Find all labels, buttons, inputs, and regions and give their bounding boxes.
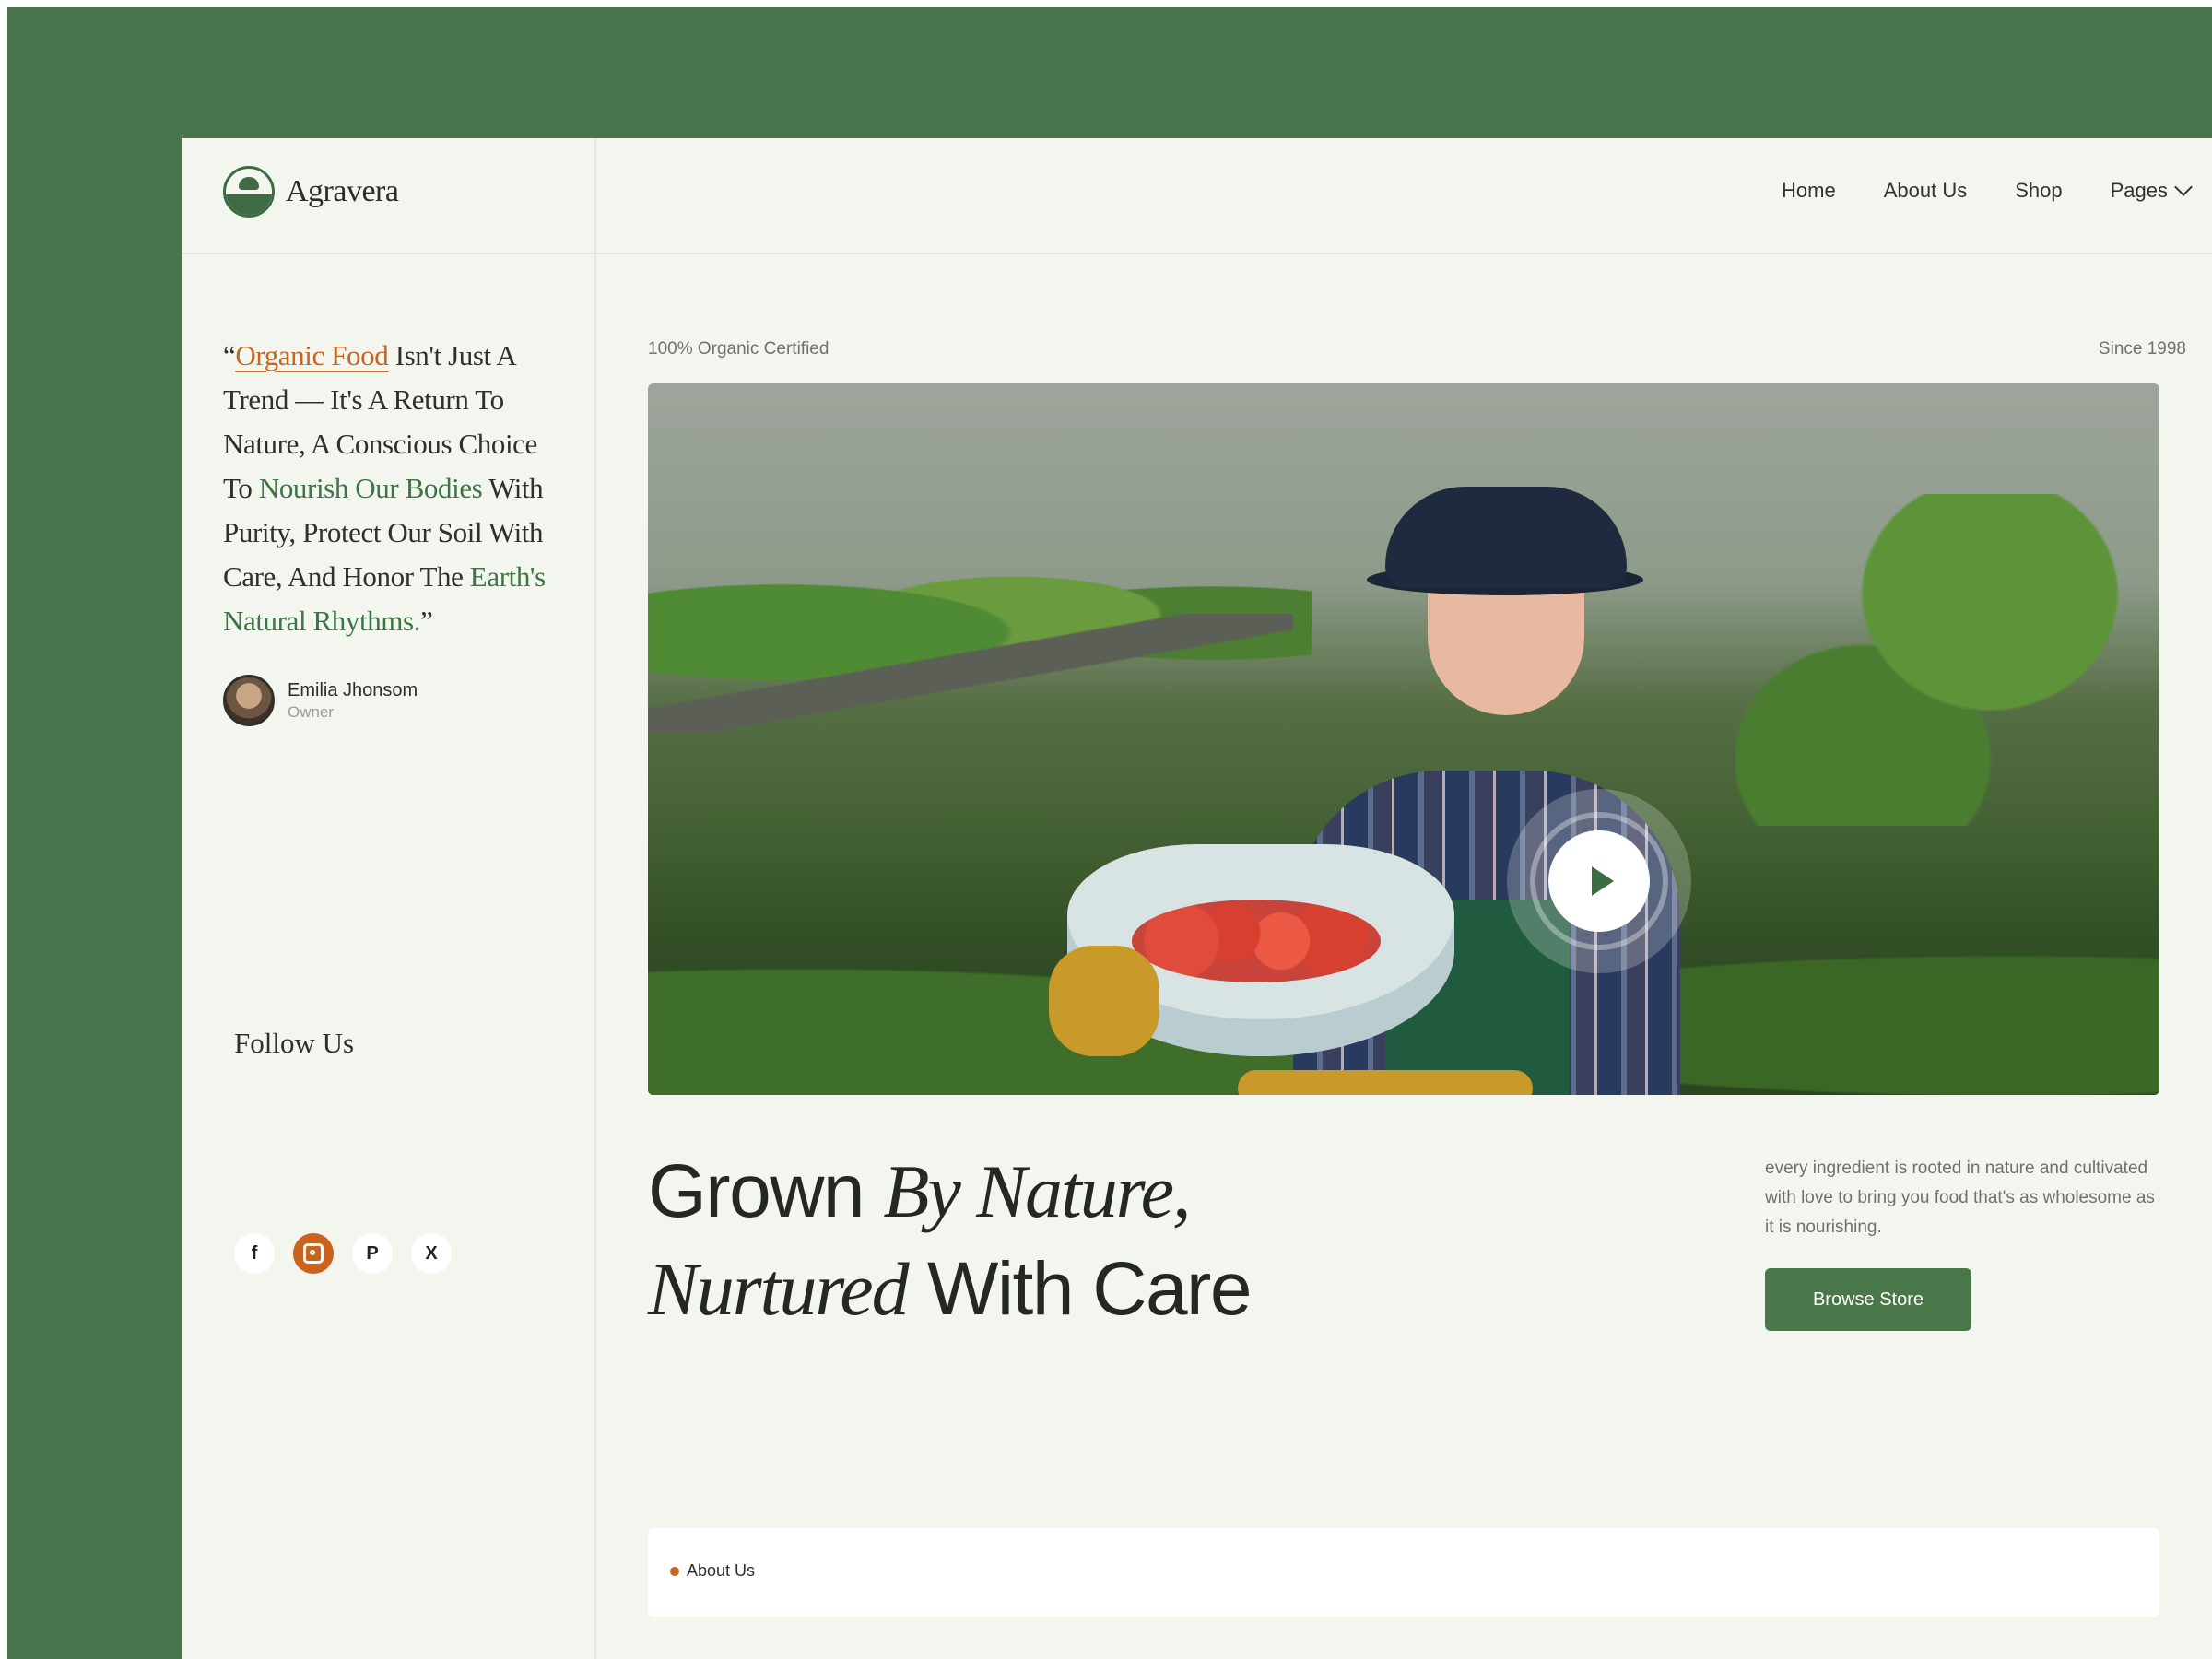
main-nav: Home About Us Shop Pages — [1734, 178, 2193, 203]
glove-right — [1238, 1070, 1533, 1095]
nav-pages[interactable]: Pages — [2110, 178, 2193, 203]
pinterest-icon[interactable]: P — [352, 1233, 393, 1274]
nav-shop[interactable]: Shop — [2015, 179, 2062, 203]
strawberries — [1132, 900, 1381, 982]
pinterest-glyph: P — [366, 1242, 379, 1264]
owner-quote: “Organic Food Isn't Just A Trend — It's … — [223, 334, 564, 643]
headline-nurtured: Nurtured — [648, 1247, 910, 1331]
nav-pages-label: Pages — [2110, 179, 2168, 202]
hero-video-image[interactable] — [648, 383, 2159, 1095]
quote-close: ” — [420, 605, 433, 637]
quote-highlight-organic-food: Organic Food — [235, 339, 389, 371]
chevron-down-icon — [2174, 178, 2193, 196]
about-bullet-dot — [670, 1567, 679, 1576]
facebook-icon[interactable]: f — [234, 1233, 275, 1274]
glove-left — [1049, 946, 1159, 1056]
quote-author: Emilia Jhonsom Owner — [223, 675, 418, 726]
logo[interactable]: Agravera — [223, 166, 399, 218]
play-button[interactable] — [1548, 830, 1650, 932]
x-icon[interactable]: X — [411, 1233, 452, 1274]
author-info: Emilia Jhonsom Owner — [288, 680, 418, 722]
header: Agravera Home About Us Shop Pages — [182, 138, 2212, 254]
brand-name: Agravera — [286, 174, 399, 208]
author-role: Owner — [288, 702, 335, 721]
browse-store-button[interactable]: Browse Store — [1765, 1268, 1971, 1331]
facebook-glyph: f — [251, 1242, 258, 1264]
follow-us-title: Follow Us — [234, 1027, 355, 1059]
organic-certified-tag: 100% Organic Certified — [648, 339, 830, 359]
hero-description: every ingredient is rooted in nature and… — [1765, 1159, 2155, 1237]
avatar — [223, 675, 275, 726]
quote-highlight-nourish: Nourish Our Bodies — [258, 472, 483, 504]
headline-with-care: With Care — [907, 1247, 1253, 1331]
nav-home[interactable]: Home — [1782, 179, 1836, 203]
play-icon — [1592, 866, 1614, 896]
hero-planter-rail — [648, 614, 1293, 734]
nav-about[interactable]: About Us — [1884, 179, 1968, 203]
instagram-icon[interactable] — [293, 1233, 334, 1274]
hero-headline: Grown By Nature, Nurtured With Care — [648, 1143, 1477, 1338]
x-glyph: X — [425, 1242, 438, 1264]
author-name: Emilia Jhonsom — [288, 679, 418, 700]
social-links: f P X — [234, 1233, 452, 1274]
logo-icon — [223, 166, 275, 218]
since-tag: Since 1998 — [2098, 339, 2186, 359]
page: Agravera Home About Us Shop Pages “Organ… — [182, 138, 2212, 1659]
farmer-hat — [1385, 487, 1627, 588]
quote-open: “ — [223, 339, 236, 371]
headline-grown: Grown — [648, 1149, 884, 1233]
about-us-label: About Us — [687, 1561, 756, 1580]
about-us-section: About Us — [648, 1528, 2159, 1617]
instagram-glyph — [303, 1243, 324, 1264]
hero-plants-right — [1735, 494, 2159, 826]
column-divider — [594, 138, 596, 1659]
headline-by-nature: By Nature, — [883, 1149, 1191, 1233]
